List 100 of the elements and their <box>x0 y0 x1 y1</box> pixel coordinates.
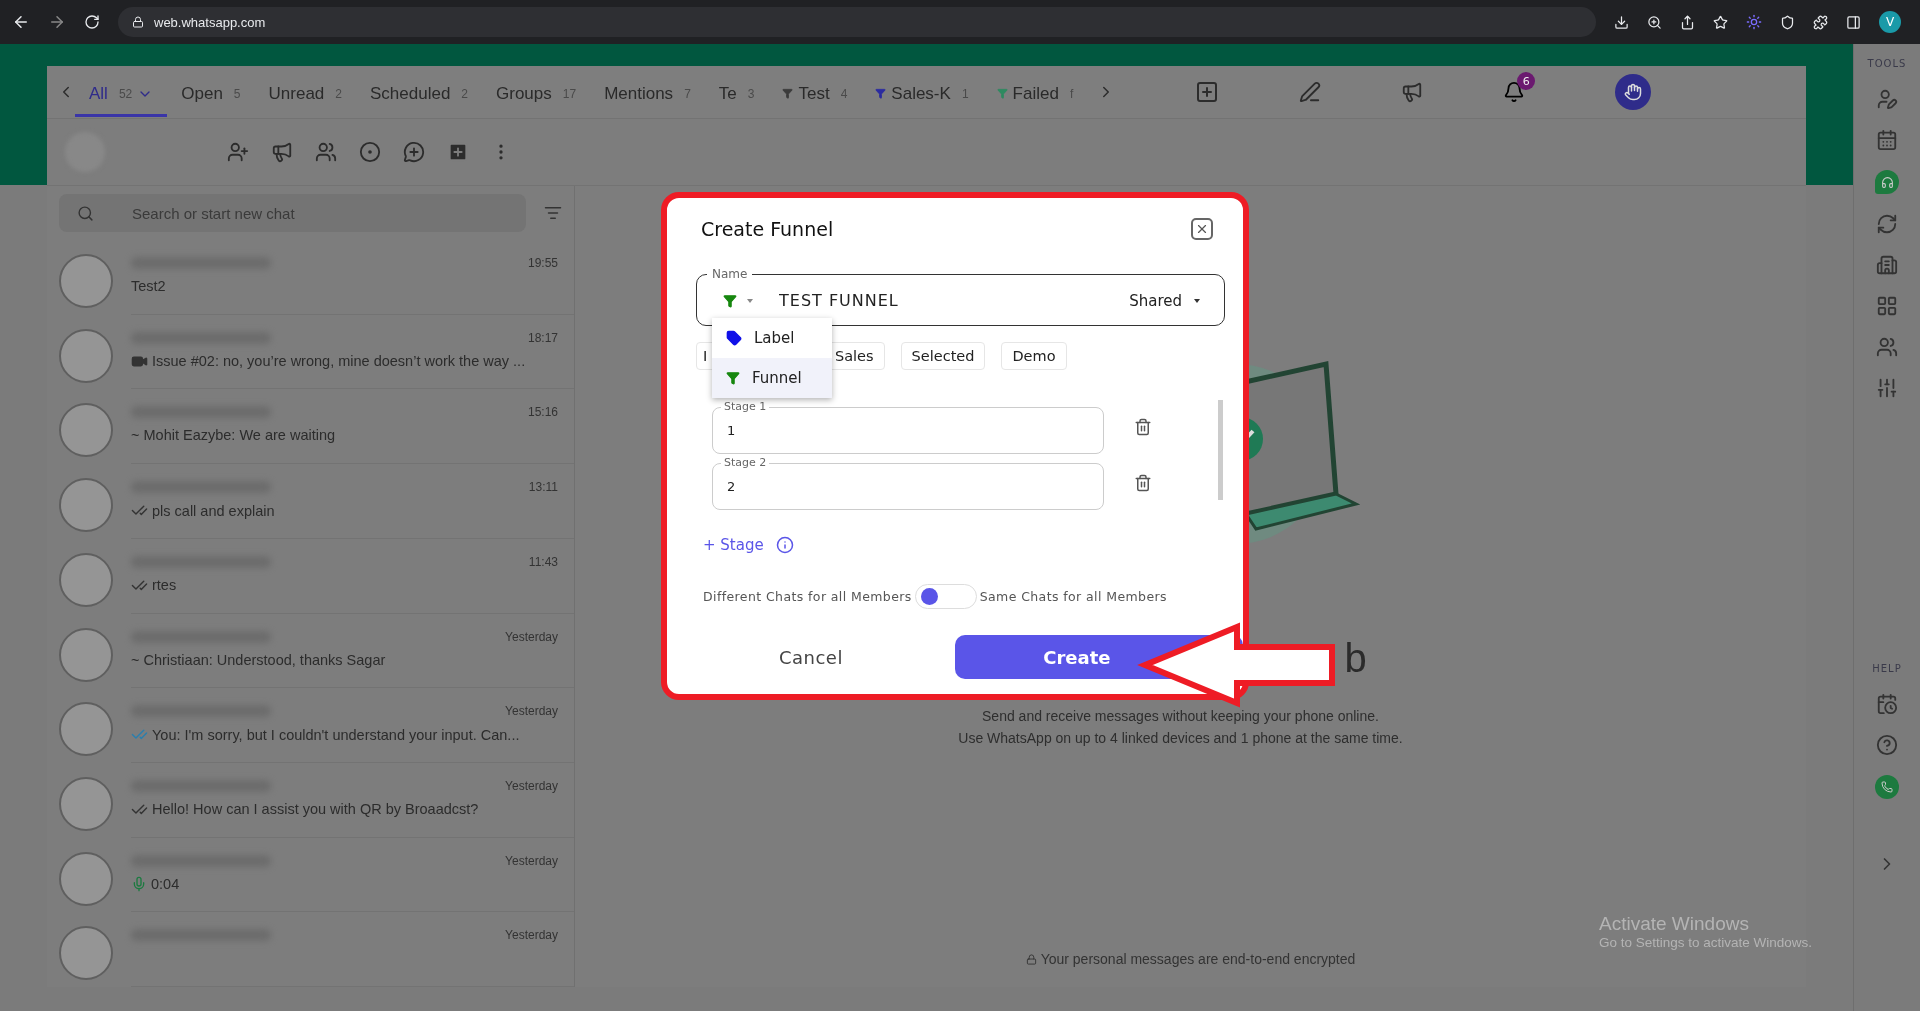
tools-heading: TOOLS <box>1867 58 1907 69</box>
contact-avatar[interactable] <box>59 851 113 906</box>
sync-icon[interactable] <box>1876 213 1898 235</box>
forward-icon[interactable] <box>48 13 66 31</box>
chat-item[interactable]: Yesterday Hello! How can I assist you with QR by Broaadcst? <box>131 762 574 838</box>
chat-time: 13:11 <box>528 480 558 495</box>
add-stage-link[interactable]: + Stage <box>703 536 764 554</box>
search-input[interactable]: Search or start new chat <box>130 203 508 223</box>
chat-item[interactable]: Yesterday <box>131 912 574 987</box>
star-icon[interactable] <box>1713 14 1728 30</box>
funnel-icon <box>723 293 737 308</box>
contact-avatar[interactable] <box>59 552 113 607</box>
chat-item[interactable]: 13:11 pls call and explain <box>131 464 574 539</box>
contact-avatar[interactable] <box>59 403 113 458</box>
add-icon[interactable] <box>1195 80 1220 104</box>
menu-item[interactable]: Funnel <box>712 358 832 398</box>
stage-field[interactable]: Stage 2 2 <box>712 456 1104 510</box>
chat-item[interactable]: 15:16 ~ Mohit Eazybe: We are waiting <box>131 389 574 465</box>
menu-item[interactable]: Label <box>712 318 832 358</box>
message-preview: ~ Christiaan: Understood, thanks Sagar <box>131 651 386 668</box>
lock-icon <box>1025 953 1037 965</box>
message-preview: rtes <box>152 577 177 594</box>
filter-icon[interactable] <box>544 204 562 222</box>
url-text: web.whatsapp.com <box>154 14 266 30</box>
chat-item[interactable]: Yesterday ~ Christiaan: Understood, thanks Sagar <box>131 613 574 689</box>
phone-chat-icon[interactable] <box>1875 775 1899 799</box>
message-preview: Hello! How can I assist you with QR by Broaadcst? <box>152 801 479 818</box>
new-chat-icon[interactable] <box>403 141 425 163</box>
chat-item[interactable]: 19:55 Test2 <box>131 240 574 315</box>
name-field[interactable]: Name TEST FUNNEL Shared <box>696 266 1225 326</box>
type-selector[interactable] <box>723 293 753 308</box>
visibility-dropdown[interactable]: Shared <box>1129 291 1200 310</box>
search-icon <box>77 204 94 222</box>
delete-icon[interactable] <box>1134 474 1152 492</box>
lock-icon <box>132 16 144 28</box>
add-contact-icon[interactable] <box>227 141 249 163</box>
stage-input[interactable]: 2 <box>727 477 787 496</box>
group-icon[interactable] <box>1876 336 1898 358</box>
headset-icon[interactable] <box>1875 170 1899 194</box>
building-icon[interactable] <box>1876 254 1898 276</box>
contact-avatar[interactable] <box>59 328 113 383</box>
welcome-text: Send and receive messages without keeping your phone online. <box>982 707 1379 726</box>
puzzle-icon[interactable] <box>1813 14 1828 30</box>
reload-icon[interactable] <box>84 14 100 30</box>
field-label: Stage 1 <box>723 400 768 414</box>
message-preview: pls call and explain <box>152 502 275 519</box>
status-icon[interactable] <box>359 141 381 163</box>
contact-avatar[interactable] <box>59 702 113 757</box>
chat-time: 19:55 <box>527 256 558 270</box>
pen-icon[interactable] <box>1299 81 1322 103</box>
calendar-clock-icon[interactable] <box>1876 693 1898 715</box>
avatar-button[interactable] <box>1615 74 1652 110</box>
tab-label: All <box>89 83 108 104</box>
download-icon[interactable] <box>1614 14 1629 30</box>
calendar-icon[interactable] <box>1876 129 1898 151</box>
extension-icon[interactable] <box>1746 14 1762 30</box>
help-icon[interactable] <box>1876 734 1898 756</box>
label-chip[interactable]: Selected <box>900 342 986 370</box>
back-icon[interactable] <box>12 13 30 31</box>
address-bar[interactable]: web.whatsapp.com <box>118 7 1596 37</box>
contact-avatar[interactable] <box>59 627 113 682</box>
chat-item[interactable]: Yesterday 0:04 <box>131 837 574 913</box>
toggle-switch[interactable] <box>914 584 977 609</box>
sliders-icon[interactable] <box>1876 377 1898 399</box>
chat-time: Yesterday <box>505 629 558 644</box>
share-icon[interactable] <box>1680 14 1695 30</box>
info-icon[interactable] <box>775 536 794 554</box>
close-icon <box>1195 222 1209 236</box>
megaphone-icon[interactable] <box>271 141 293 163</box>
hand-icon <box>1624 83 1643 101</box>
contact-avatar[interactable] <box>59 478 113 533</box>
group-icon[interactable] <box>315 141 337 163</box>
stage-input[interactable]: 1 <box>727 421 787 440</box>
cancel-button[interactable]: Cancel <box>667 645 955 669</box>
delete-icon[interactable] <box>1134 418 1152 436</box>
message-preview: ~ Mohit Eazybe: We are waiting <box>131 427 336 444</box>
contact-avatar[interactable] <box>59 254 113 308</box>
stage-field[interactable]: Stage 1 1 <box>712 400 1104 454</box>
chat-time: 11:43 <box>528 554 558 569</box>
tab-label: Unread <box>268 83 325 104</box>
welcome-text: Use WhatsApp on up to 4 linked devices and 1 phone at the same time. <box>958 729 1403 748</box>
chat-time: Yesterday <box>505 928 558 943</box>
contact-avatar[interactable] <box>59 776 113 831</box>
profile-avatar[interactable]: V <box>1879 11 1901 33</box>
shield-icon[interactable] <box>1780 14 1795 30</box>
tab-label: Test <box>798 83 830 104</box>
toggle-label: Same Chats for all Members <box>979 589 1167 604</box>
add-icon[interactable] <box>447 141 469 163</box>
megaphone-icon[interactable] <box>1401 81 1424 103</box>
label-chip[interactable]: Demo <box>1001 342 1067 370</box>
close-button[interactable] <box>1191 218 1213 240</box>
search-field[interactable]: Search or start new chat <box>59 194 526 232</box>
chat-item[interactable]: Yesterday You: I'm sorry, but I couldn't understand your input. Can... <box>131 688 574 763</box>
chat-item[interactable]: 18:17 Issue #02: no, you’re wrong, mine doesn’t work the way ... <box>131 314 574 390</box>
chat-item[interactable]: 11:43 rtes <box>131 538 574 614</box>
sidebar-icon[interactable] <box>1846 14 1861 30</box>
zoom-icon[interactable] <box>1647 14 1662 30</box>
grid-add-icon[interactable] <box>1876 295 1898 317</box>
contact-avatar[interactable] <box>59 926 113 981</box>
user-edit-icon[interactable] <box>1876 88 1898 110</box>
